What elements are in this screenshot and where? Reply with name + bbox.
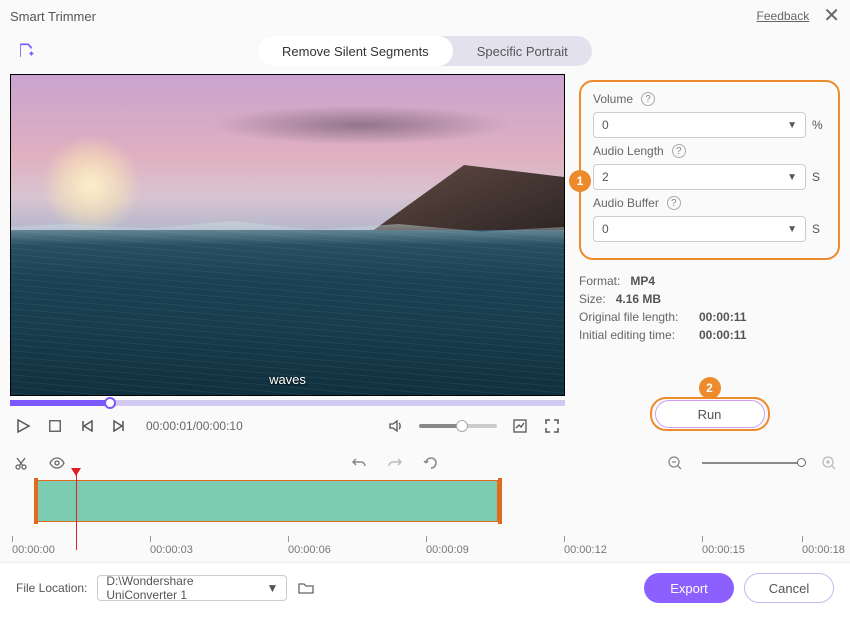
timeline-clip[interactable] — [36, 480, 498, 522]
timecode: 00:00:01/00:00:10 — [146, 419, 243, 433]
feedback-link[interactable]: Feedback — [757, 9, 810, 23]
play-icon[interactable] — [14, 417, 32, 435]
prev-frame-icon[interactable] — [78, 417, 96, 435]
folder-icon[interactable] — [297, 579, 315, 597]
volume-slider[interactable] — [419, 424, 497, 428]
video-preview: waves — [10, 74, 565, 396]
annotation-badge-1: 1 — [569, 170, 591, 192]
file-location-select[interactable]: D:\Wondershare UniConverter 1▼ — [97, 575, 287, 601]
volume-select[interactable]: 0▼ — [593, 112, 806, 138]
chevron-down-icon: ▼ — [787, 172, 797, 183]
meta-format: MP4 — [630, 274, 655, 288]
meta-original-length: 00:00:11 — [699, 310, 746, 324]
eye-icon[interactable] — [48, 454, 66, 472]
reset-icon[interactable] — [422, 454, 440, 472]
run-button[interactable]: Run — [655, 400, 765, 428]
progress-bar[interactable] — [10, 400, 565, 406]
timeline[interactable] — [12, 478, 838, 528]
snapshot-icon[interactable] — [511, 417, 529, 435]
zoom-out-icon[interactable] — [666, 454, 684, 472]
clip-handle-left[interactable] — [34, 478, 38, 524]
undo-icon[interactable] — [350, 454, 368, 472]
audio-buffer-unit: S — [812, 222, 826, 236]
next-frame-icon[interactable] — [110, 417, 128, 435]
app-logo-icon — [16, 41, 36, 61]
annotation-badge-2: 2 — [699, 377, 721, 399]
export-button[interactable]: Export — [644, 573, 734, 603]
help-icon[interactable]: ? — [641, 92, 655, 106]
tab-remove-silent[interactable]: Remove Silent Segments — [258, 36, 453, 66]
clip-handle-right[interactable] — [498, 478, 502, 524]
zoom-in-icon[interactable] — [820, 454, 838, 472]
chevron-down-icon: ▼ — [787, 224, 797, 235]
audio-length-label: Audio Length — [593, 144, 664, 158]
meta-size: 4.16 MB — [616, 292, 661, 306]
fullscreen-icon[interactable] — [543, 417, 561, 435]
help-icon[interactable]: ? — [667, 196, 681, 210]
preview-caption: waves — [11, 372, 564, 387]
zoom-slider[interactable] — [702, 462, 802, 464]
volume-label: Volume — [593, 92, 633, 106]
file-meta: Format:MP4 Size:4.16 MB Original file le… — [579, 274, 840, 342]
audio-length-select[interactable]: 2▼ — [593, 164, 806, 190]
meta-initial-editing: 00:00:11 — [699, 328, 746, 342]
audio-buffer-label: Audio Buffer — [593, 196, 659, 210]
chevron-down-icon: ▼ — [266, 581, 278, 595]
mute-icon[interactable] — [387, 417, 405, 435]
stop-icon[interactable] — [46, 417, 64, 435]
timeline-ruler: 00:00:00 00:00:03 00:00:06 00:00:09 00:0… — [12, 536, 838, 558]
tab-specific-portrait[interactable]: Specific Portrait — [453, 36, 592, 66]
redo-icon[interactable] — [386, 454, 404, 472]
volume-unit: % — [812, 118, 826, 132]
cancel-button[interactable]: Cancel — [744, 573, 834, 603]
help-icon[interactable]: ? — [672, 144, 686, 158]
chevron-down-icon: ▼ — [787, 120, 797, 131]
mode-tabs: Remove Silent Segments Specific Portrait — [258, 36, 592, 66]
audio-buffer-select[interactable]: 0▼ — [593, 216, 806, 242]
cut-icon[interactable] — [12, 454, 30, 472]
param-group: 1 Volume? 0▼ % Audio Length? 2▼ S Audio … — [579, 80, 840, 260]
file-location-label: File Location: — [16, 581, 87, 595]
close-icon[interactable]: ✕ — [823, 6, 840, 26]
audio-length-unit: S — [812, 170, 826, 184]
window-title: Smart Trimmer — [10, 9, 96, 24]
